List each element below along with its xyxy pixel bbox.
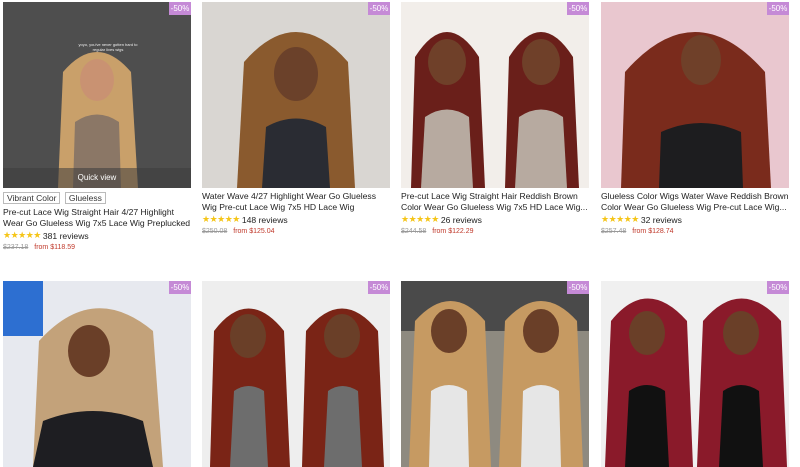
product-image[interactable]: -50% <box>202 2 390 188</box>
sale-price: from $128.74 <box>632 228 674 235</box>
discount-badge: -50% <box>767 281 789 294</box>
review-count: 148 reviews <box>241 214 288 225</box>
product-image[interactable]: -50% <box>401 281 589 467</box>
product-card[interactable]: -50% Pre-cut Lace Wig Straight Hair Redd… <box>401 2 589 235</box>
product-card[interactable]: -50% <box>601 281 789 467</box>
product-title[interactable]: Glueless Color Wigs Water Wave Reddish B… <box>601 191 789 213</box>
review-count: 381 reviews <box>42 230 89 241</box>
star-rating-icon: ★★★★★ <box>3 230 41 240</box>
discount-badge: -50% <box>567 2 589 15</box>
product-card[interactable]: -50% Water Wave 4/27 Highlight Wear Go G… <box>202 2 390 235</box>
product-image[interactable]: -50% <box>601 281 789 467</box>
discount-badge: -50% <box>767 2 789 15</box>
discount-badge: -50% <box>169 281 191 294</box>
star-rating-icon: ★★★★★ <box>401 214 439 224</box>
discount-badge: -50% <box>368 281 390 294</box>
overlay-caption: yoyo, you've never gotten hard to regula… <box>78 42 138 52</box>
product-card[interactable]: -50% Glueless Color Wigs Water Wave Redd… <box>601 2 789 235</box>
product-image[interactable]: -50% <box>601 2 789 188</box>
tag-list: Vibrant Color Glueless <box>3 192 191 204</box>
discount-badge: -50% <box>368 2 390 15</box>
product-photo <box>3 2 191 188</box>
tag-vibrant-color[interactable]: Vibrant Color <box>3 192 61 204</box>
price-row: $257.48 from $128.74 <box>601 228 789 235</box>
product-photo <box>601 281 789 467</box>
rating: ★★★★★ 148 reviews <box>202 214 390 225</box>
product-image[interactable]: -50% <box>202 281 390 467</box>
product-photo <box>3 281 191 467</box>
discount-badge: -50% <box>567 281 589 294</box>
original-price: $237.18 <box>3 244 29 251</box>
sale-price: from $122.29 <box>432 228 474 235</box>
quick-view-button[interactable]: Quick view <box>3 168 191 188</box>
price-row: $244.58 from $122.29 <box>401 228 589 235</box>
sale-price: from $125.04 <box>233 228 275 235</box>
review-count: 32 reviews <box>640 214 682 225</box>
rating: ★★★★★ 32 reviews <box>601 214 789 225</box>
rating: ★★★★★ 26 reviews <box>401 214 589 225</box>
star-rating-icon: ★★★★★ <box>601 214 639 224</box>
original-price: $257.48 <box>601 228 627 235</box>
product-card[interactable]: -50% <box>401 281 589 467</box>
rating: ★★★★★ 381 reviews <box>3 230 191 241</box>
product-photo <box>401 281 589 467</box>
product-title[interactable]: Water Wave 4/27 Highlight Wear Go Gluele… <box>202 191 390 213</box>
product-photo <box>401 2 589 188</box>
tag-glueless[interactable]: Glueless <box>64 192 106 204</box>
price-row: $250.08 from $125.04 <box>202 228 390 235</box>
sale-price: from $118.59 <box>34 244 75 251</box>
product-image[interactable]: -50% <box>401 2 589 188</box>
product-image[interactable]: yoyo, you've never gotten hard to regula… <box>3 2 191 188</box>
original-price: $250.08 <box>202 228 228 235</box>
product-image[interactable]: -50% <box>3 281 191 467</box>
price-row: $237.18 from $118.59 <box>3 244 191 251</box>
product-title[interactable]: Pre-cut Lace Wig Straight Hair Reddish B… <box>401 191 589 213</box>
product-photo <box>601 2 789 188</box>
discount-badge: -50% <box>169 2 191 15</box>
original-price: $244.58 <box>401 228 427 235</box>
product-card[interactable]: yoyo, you've never gotten hard to regula… <box>3 2 191 251</box>
product-photo <box>202 2 390 188</box>
product-card[interactable]: -50% <box>202 281 390 467</box>
star-rating-icon: ★★★★★ <box>202 214 240 224</box>
product-card[interactable]: -50% <box>3 281 191 467</box>
product-title[interactable]: Pre-cut Lace Wig Straight Hair 4/27 High… <box>3 207 191 229</box>
review-count: 26 reviews <box>440 214 482 225</box>
product-photo <box>202 281 390 467</box>
